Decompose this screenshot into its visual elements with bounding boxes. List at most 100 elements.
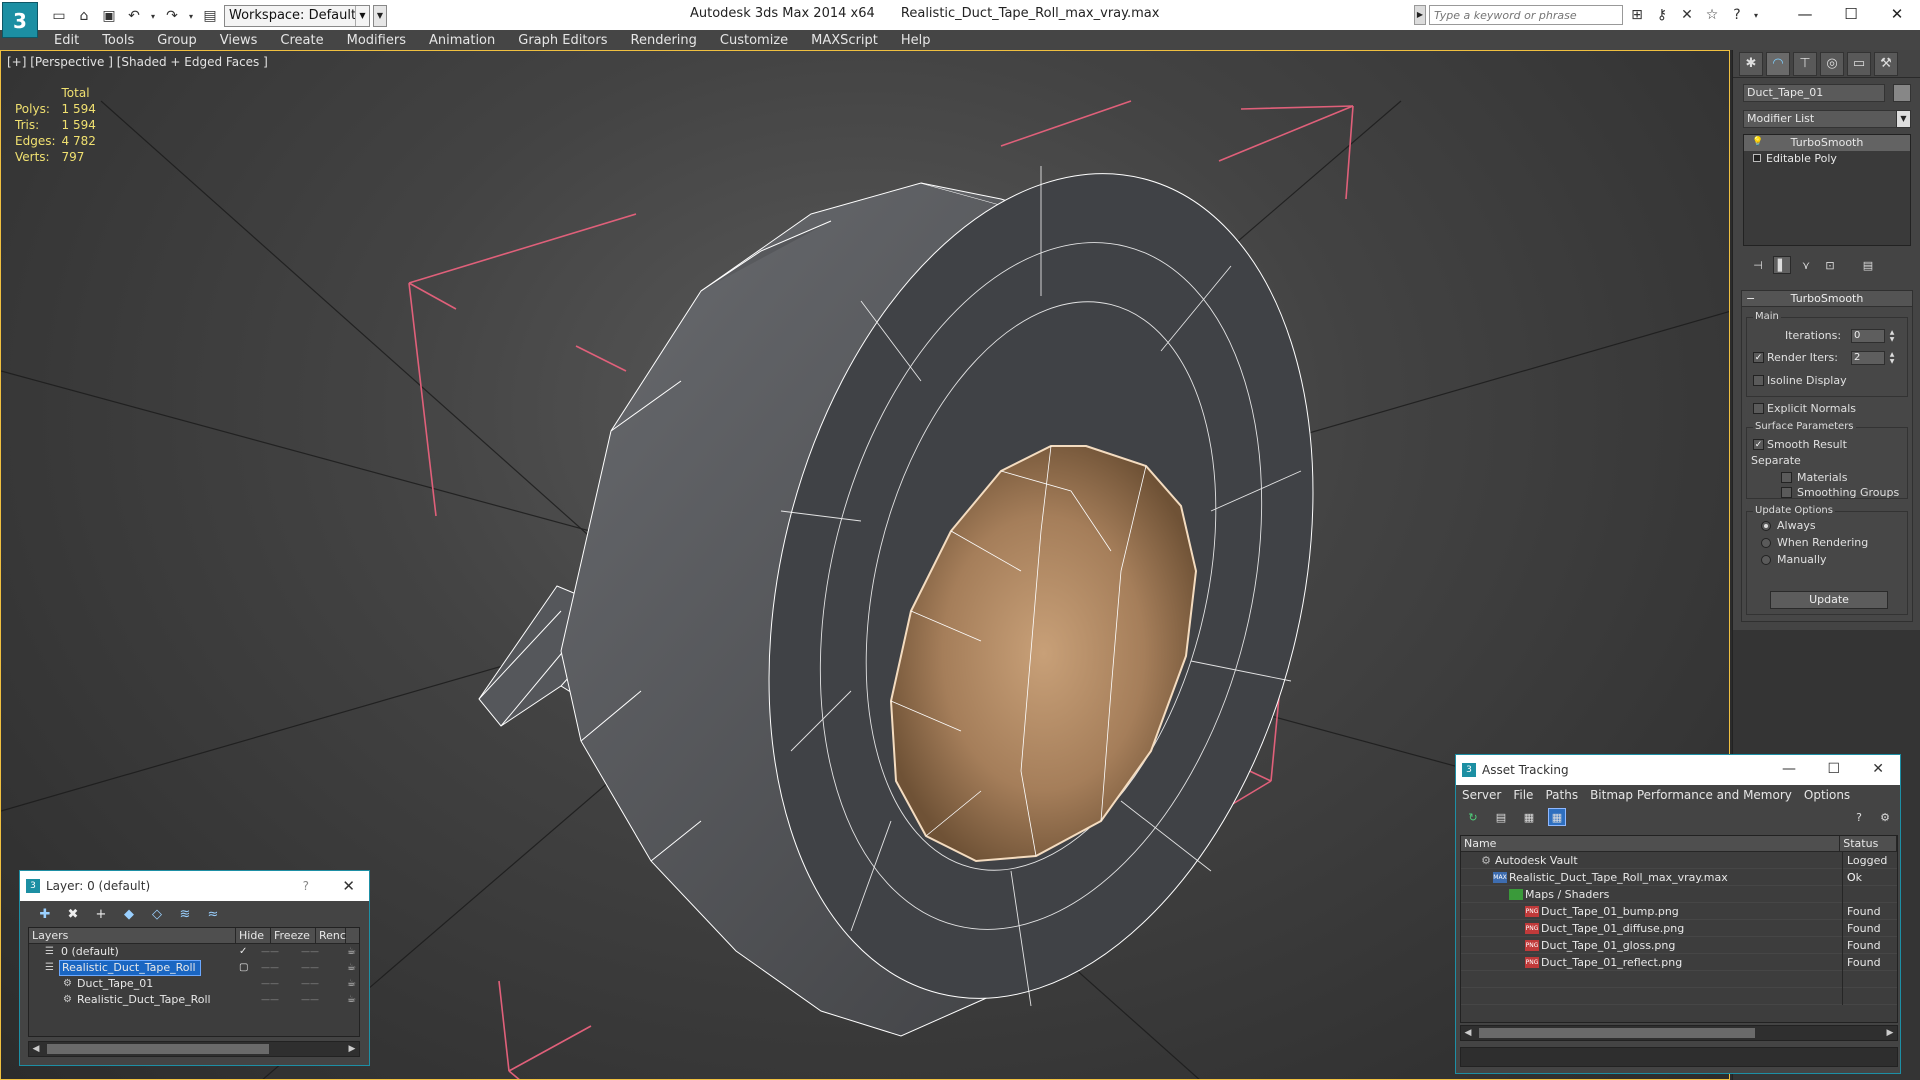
close-button[interactable]: ✕ [1872,761,1884,777]
column-name[interactable]: Name [1461,836,1841,851]
materials-checkbox[interactable] [1781,472,1792,483]
asset-row[interactable]: Maps / Shaders [1461,886,1897,903]
hide-toggle[interactable]: —— [261,992,279,1008]
render-teapot-icon[interactable]: ☕ [347,960,356,976]
show-end-result-icon[interactable]: ▌ [1773,256,1791,274]
redo-dropdown-icon[interactable]: ▾ [186,5,196,27]
make-unique-icon[interactable]: ⋎ [1797,256,1815,274]
menu-tools[interactable]: Tools [102,33,134,48]
freeze-toggle[interactable]: —— [301,992,319,1008]
asset-row[interactable]: PNG Duct_Tape_01_gloss.png Found [1461,937,1897,954]
column-render[interactable]: Renc [316,928,346,943]
undo-dropdown-icon[interactable]: ▾ [148,5,158,27]
freeze-toggle[interactable]: —— [301,960,319,976]
close-button[interactable]: ✕ [1874,0,1920,28]
remove-modifier-icon[interactable]: ⊡ [1821,256,1839,274]
search-expand-icon[interactable]: ▶ [1414,5,1426,25]
menu-help[interactable]: Help [901,33,931,48]
select-objects-icon[interactable]: ◆ [120,905,138,923]
scroll-right-icon[interactable]: ▶ [345,1042,359,1056]
column-hide[interactable]: Hide [236,928,271,943]
layer-row[interactable]: ⚙ Realistic_Duct_Tape_Roll —— —— ☕ [29,992,359,1008]
iterations-spinner[interactable]: 0 [1851,329,1885,343]
stack-item-turbosmooth[interactable]: 💡 TurboSmooth [1744,135,1910,151]
render-teapot-icon[interactable]: ☕ [347,992,356,1008]
scroll-left-icon[interactable]: ◀ [29,1042,43,1056]
scroll-left-icon[interactable]: ◀ [1461,1026,1475,1040]
list-view-icon[interactable]: ▤ [1492,808,1510,826]
viewport-label[interactable]: [+] [Perspective ] [Shaded + Edged Faces… [7,55,268,69]
minimize-button[interactable]: — [1782,761,1796,777]
asset-menu-file[interactable]: File [1513,788,1533,802]
communication-icon[interactable]: ✕ [1676,5,1698,25]
freeze-toggle[interactable]: —— [301,976,319,992]
smooth-result-checkbox[interactable]: ✓ [1753,439,1764,450]
display-tab-icon[interactable]: ▭ [1847,51,1871,76]
save-file-icon[interactable]: ▣ [98,5,120,27]
modifier-list-dropdown[interactable]: Modifier List ▼ [1743,110,1911,128]
maximize-button[interactable]: ☐ [1827,761,1840,777]
asset-menu-server[interactable]: Server [1462,788,1501,802]
asset-menu-paths[interactable]: Paths [1545,788,1578,802]
utilities-tab-icon[interactable]: ⚒ [1874,51,1898,76]
add-to-layer-icon[interactable]: + [92,905,110,923]
workspace-select[interactable]: Workspace: Default ▼ [224,5,370,27]
menu-modifiers[interactable]: Modifiers [347,33,406,48]
create-tab-icon[interactable]: ✱ [1739,51,1763,76]
layer-window-titlebar[interactable]: 3 Layer: 0 (default) ? ✕ [20,871,369,901]
asset-menu-options[interactable]: Options [1804,788,1850,802]
app-logo-icon[interactable]: 3 [2,2,38,38]
maximize-button[interactable]: ☐ [1828,0,1874,28]
asset-row[interactable]: PNG Duct_Tape_01_diffuse.png Found [1461,920,1897,937]
layer-row[interactable]: ☰ 0 (default) ✓ —— —— ☕ [29,944,359,960]
motion-tab-icon[interactable]: ◎ [1820,51,1844,76]
table-view-icon[interactable]: ▦ [1548,808,1566,826]
spinner-arrows-icon[interactable]: ▲ ▼ [1887,351,1897,365]
pin-stack-icon[interactable]: ⊣ [1749,256,1767,274]
star-icon[interactable]: ☆ [1701,5,1723,25]
spinner-arrows-icon[interactable]: ▲ ▼ [1887,329,1897,343]
object-name-field[interactable]: Duct_Tape_01 [1743,84,1885,102]
render-teapot-icon[interactable]: ☕ [347,944,356,960]
menu-edit[interactable]: Edit [54,33,79,48]
explicit-normals-checkbox[interactable] [1753,403,1764,414]
create-layer-icon[interactable]: ✚ [36,905,54,923]
close-icon[interactable]: ✕ [342,877,355,895]
smoothing-groups-checkbox[interactable] [1781,487,1792,498]
menu-group[interactable]: Group [157,33,197,48]
scroll-right-icon[interactable]: ▶ [1883,1026,1897,1040]
when-rendering-radio[interactable] [1761,538,1771,548]
minimize-button[interactable]: — [1782,0,1828,28]
lightbulb-icon[interactable]: 💡 [1752,137,1763,147]
menu-customize[interactable]: Customize [720,33,788,48]
column-freeze[interactable]: Freeze [271,928,316,943]
render-iters-checkbox[interactable]: ✓ [1753,352,1764,363]
help-dropdown-icon[interactable]: ▾ [1751,5,1761,25]
column-layers[interactable]: Layers [29,928,236,943]
new-file-icon[interactable]: ▭ [48,5,70,27]
menu-rendering[interactable]: Rendering [631,33,697,48]
hide-toggle[interactable]: —— [261,976,279,992]
open-file-icon[interactable]: ⌂ [73,5,95,27]
current-layer-check[interactable]: ✓ [239,944,247,960]
hierarchy-tab-icon[interactable]: ⊤ [1793,51,1817,76]
menu-create[interactable]: Create [280,33,323,48]
scroll-thumb[interactable] [1479,1028,1755,1038]
expand-icon[interactable] [1753,154,1761,162]
refresh-icon[interactable]: ↻ [1464,808,1482,826]
project-folder-icon[interactable]: ▤ [199,5,221,27]
hide-toggle[interactable]: —— [261,944,279,960]
thumbnail-view-icon[interactable]: ▦ [1520,808,1538,826]
binoculars-icon[interactable]: ⊞ [1626,5,1648,25]
qa-customize-dropdown[interactable]: ▼ [373,5,387,27]
asset-row[interactable]: MAX Realistic_Duct_Tape_Roll_max_vray.ma… [1461,869,1897,886]
stack-item-editable-poly[interactable]: Editable Poly [1744,151,1910,167]
rollout-header[interactable]: − TurboSmooth [1742,291,1912,307]
render-teapot-icon[interactable]: ☕ [347,976,356,992]
highlight-layer-icon[interactable]: ◇ [148,905,166,923]
key-icon[interactable]: ⚷ [1651,5,1673,25]
layer-row[interactable]: ⚙ Duct_Tape_01 —— —— ☕ [29,976,359,992]
menu-maxscript[interactable]: MAXScript [811,33,878,48]
object-color-swatch[interactable] [1893,84,1911,102]
render-iters-spinner[interactable]: 2 [1851,351,1885,365]
